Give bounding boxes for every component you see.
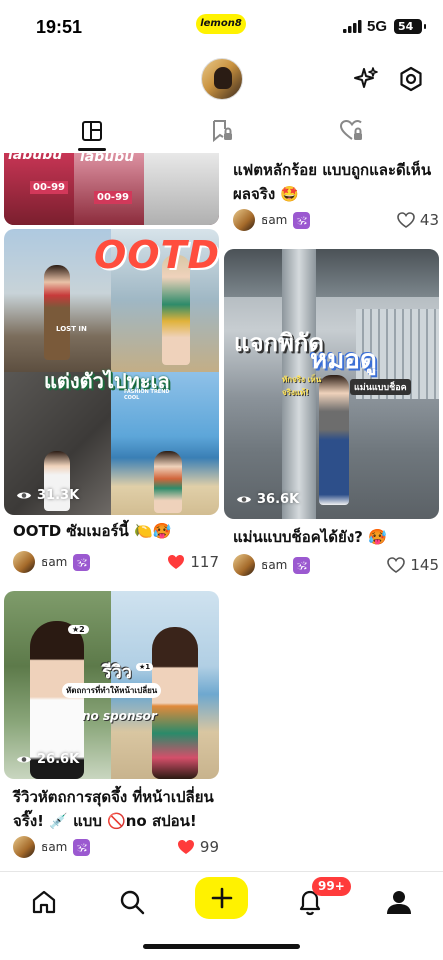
post-card[interactable]: แฟตหลักร้อย แบบถูกและดีเห็น ผลจริง 🤩 ธam… bbox=[224, 153, 439, 233]
author-badge: 🕉 bbox=[73, 838, 91, 856]
post-feed[interactable]: labubu labubu 00-99 00-99 แฟตหลักร้อย แบ… bbox=[0, 153, 443, 871]
author-name[interactable]: ธam bbox=[261, 556, 287, 575]
search-icon bbox=[120, 890, 145, 915]
like-count: 117 bbox=[190, 553, 219, 571]
like-button[interactable]: 117 bbox=[167, 553, 219, 571]
eye-icon bbox=[17, 492, 31, 499]
overlay-text: LOST IN bbox=[56, 325, 87, 333]
post-title: แฟตหลักร้อย แบบถูกและดีเห็น bbox=[233, 161, 432, 179]
author-name[interactable]: ธam bbox=[41, 838, 67, 857]
heart-outline-icon bbox=[397, 212, 415, 228]
author-name[interactable]: ธam bbox=[261, 211, 287, 230]
view-count: 36.6K bbox=[236, 492, 299, 507]
post-thumbnail[interactable]: รีวิว หัตถการที่ทำให้หน้าเปลี่ยน no spon… bbox=[4, 591, 219, 779]
post-card[interactable]: OOTD แต่งตัวไปทะเล LOST IN FASHION TREND… bbox=[4, 229, 219, 573]
overlay-text: ทักจริง เห็นจริงแท้! bbox=[282, 375, 322, 397]
nav-search[interactable] bbox=[112, 882, 152, 922]
heart-lock-icon bbox=[339, 119, 362, 140]
overlay-text: แม่นแบบช็อค bbox=[350, 379, 411, 395]
heart-filled-icon bbox=[168, 555, 185, 569]
post-thumbnail[interactable]: แจกพิกัด หมอดู ทักจริง เห็นจริงแท้! แม่น… bbox=[224, 249, 439, 519]
profile-avatar[interactable] bbox=[201, 58, 243, 100]
overlay-text: ★2 bbox=[68, 625, 89, 634]
post-title: OOTD ซัมเมอร์นี้ 🍋🥵 bbox=[13, 522, 172, 540]
bookmark-lock-icon bbox=[213, 120, 232, 143]
battery-icon: 54 bbox=[394, 19, 426, 34]
notification-badge: 99+ bbox=[312, 877, 351, 896]
eye-icon bbox=[237, 496, 251, 503]
heart-filled-icon bbox=[177, 840, 194, 854]
like-button[interactable]: 99 bbox=[177, 838, 219, 856]
author-avatar[interactable] bbox=[233, 554, 255, 576]
view-count-text: 26.6K bbox=[37, 752, 80, 767]
overlay-text: 00-99 bbox=[30, 181, 68, 194]
post-card[interactable]: รีวิว หัตถการที่ทำให้หน้าเปลี่ยน no spon… bbox=[4, 591, 219, 861]
post-meta: ธam 🕉 99 bbox=[13, 835, 219, 859]
post-thumbnail[interactable]: OOTD แต่งตัวไปทะเล LOST IN FASHION TREND… bbox=[4, 229, 219, 515]
eye-icon bbox=[17, 756, 31, 763]
plus-icon bbox=[211, 887, 232, 909]
view-count-text: 31.3K bbox=[37, 488, 80, 503]
tab-posts[interactable] bbox=[77, 116, 107, 146]
author-avatar[interactable] bbox=[233, 209, 255, 231]
like-button[interactable]: 43 bbox=[397, 211, 439, 229]
post-meta: ธam 🕉 145 bbox=[233, 553, 439, 577]
home-icon bbox=[32, 890, 56, 914]
author-badge: 🕉 bbox=[293, 556, 311, 574]
overlay-text: labubu bbox=[8, 153, 63, 163]
post-meta: ธam 🕉 117 bbox=[13, 550, 219, 574]
author-avatar[interactable] bbox=[13, 836, 35, 858]
post-title: รีวิวหัตถการสุดจึ้ง ที่หน้าเปลี่ยน bbox=[13, 788, 214, 806]
active-tab-indicator bbox=[78, 148, 106, 151]
overlay-text: no sponsor bbox=[82, 709, 157, 723]
post-title-line2: จริ๊ง! 💉 แบบ 🚫no สปอน! bbox=[13, 812, 197, 830]
tab-saved[interactable] bbox=[207, 116, 237, 146]
overlay-text: FASHION TREND COOL bbox=[124, 389, 170, 401]
overlay-text: หัตถการที่ทำให้หน้าเปลี่ยน bbox=[62, 683, 162, 698]
nav-profile[interactable] bbox=[379, 882, 419, 922]
view-count-text: 36.6K bbox=[257, 492, 300, 507]
post-thumbnail[interactable]: labubu labubu 00-99 00-99 bbox=[4, 153, 219, 225]
profile-icon bbox=[387, 891, 411, 914]
overlay-text: ★1 bbox=[136, 663, 154, 671]
grid-icon bbox=[82, 121, 102, 141]
app-pill: lemon8 bbox=[196, 14, 246, 34]
post-title: แม่นแบบช็อคได้ยัง? 🥵 bbox=[233, 528, 387, 546]
settings-icon[interactable] bbox=[396, 64, 426, 94]
status-time: 19:51 bbox=[36, 17, 83, 37]
create-post-button[interactable] bbox=[195, 877, 248, 919]
post-card[interactable]: แจกพิกัด หมอดู ทักจริง เห็นจริงแท้! แม่น… bbox=[224, 249, 439, 579]
overlay-title: OOTD bbox=[94, 233, 219, 277]
nav-home[interactable] bbox=[24, 882, 64, 922]
author-avatar[interactable] bbox=[13, 551, 35, 573]
like-count: 145 bbox=[410, 556, 439, 574]
network-type: 5G bbox=[367, 18, 388, 35]
post-card[interactable]: labubu labubu 00-99 00-99 bbox=[4, 153, 219, 225]
sparkle-icon[interactable] bbox=[351, 64, 381, 94]
author-badge: 🕉 bbox=[73, 553, 91, 571]
home-indicator bbox=[143, 944, 300, 949]
profile-tabs bbox=[0, 112, 443, 152]
tab-liked[interactable] bbox=[337, 116, 367, 146]
like-count: 99 bbox=[199, 838, 219, 856]
overlay-title: รีวิว bbox=[102, 662, 132, 683]
post-meta: ธam 🕉 43 bbox=[233, 208, 439, 232]
signal-icon bbox=[343, 20, 362, 33]
like-count: 43 bbox=[419, 211, 439, 229]
overlay-text: 00-99 bbox=[94, 191, 132, 204]
post-title-line2: ผลจริง 🤩 bbox=[233, 185, 300, 203]
author-badge: 🕉 bbox=[293, 211, 311, 229]
view-count: 31.3K bbox=[16, 488, 79, 503]
view-count: 26.6K bbox=[16, 752, 79, 767]
overlay-text: labubu bbox=[80, 153, 135, 165]
heart-outline-icon bbox=[387, 557, 406, 573]
author-name[interactable]: ธam bbox=[41, 553, 67, 572]
like-button[interactable]: 145 bbox=[387, 556, 439, 574]
status-bar: 19:51 lemon8 5G 54 bbox=[0, 0, 443, 54]
